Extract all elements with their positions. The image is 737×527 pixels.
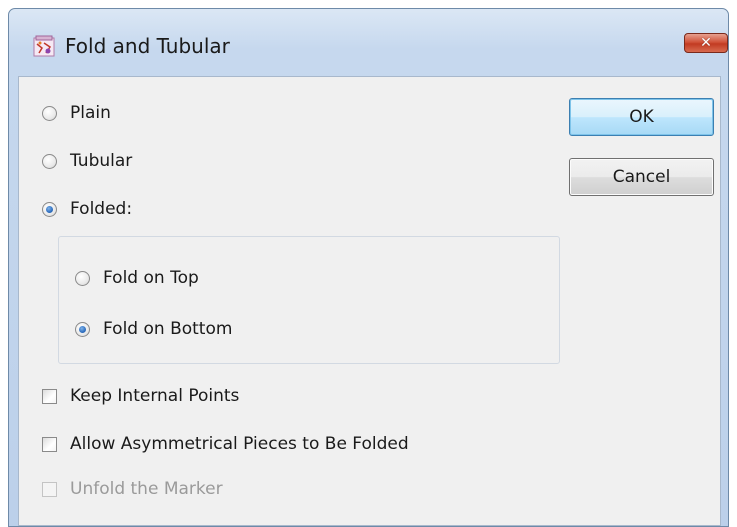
radio-fold-on-top-label: Fold on Top: [103, 268, 199, 288]
radio-folded-label: Folded:: [70, 199, 133, 219]
radio-fold-on-top[interactable]: Fold on Top: [75, 268, 199, 288]
radio-fold-on-top-control[interactable]: [75, 270, 90, 286]
radio-fold-on-bottom-label: Fold on Bottom: [103, 319, 233, 339]
radio-fold-on-bottom[interactable]: Fold on Bottom: [75, 319, 232, 339]
checkbox-allow-asymmetrical[interactable]: Allow Asymmetrical Pieces to Be Folded: [42, 434, 409, 454]
checkbox-allow-asymmetrical-control[interactable]: [42, 436, 57, 452]
window-title: Fold and Tubular: [65, 34, 230, 58]
close-button[interactable]: ✕: [684, 33, 728, 53]
ok-button[interactable]: OK: [569, 98, 714, 136]
fold-options-group: [58, 236, 560, 364]
checkbox-keep-internal-points[interactable]: Keep Internal Points: [42, 386, 239, 406]
app-icon: [33, 35, 55, 57]
checkbox-keep-internal-points-control[interactable]: [42, 388, 57, 404]
cancel-button[interactable]: Cancel: [569, 158, 714, 196]
close-icon: ✕: [700, 35, 712, 51]
radio-fold-on-bottom-control[interactable]: [75, 321, 90, 337]
radio-folded[interactable]: Folded:: [42, 199, 132, 219]
checkbox-keep-internal-points-label: Keep Internal Points: [70, 386, 240, 406]
radio-folded-control[interactable]: [42, 201, 57, 217]
checkbox-unfold-marker-label: Unfold the Marker: [70, 479, 223, 499]
radio-tubular-label: Tubular: [70, 151, 133, 171]
dialog-window: Fold and Tubular ✕ Plain Tubular Folded:…: [8, 8, 729, 527]
title-bar[interactable]: Fold and Tubular ✕: [9, 9, 728, 71]
checkbox-unfold-marker-control: [42, 481, 57, 497]
checkbox-allow-asymmetrical-label: Allow Asymmetrical Pieces to Be Folded: [70, 434, 409, 454]
radio-plain[interactable]: Plain: [42, 103, 111, 123]
radio-tubular-control[interactable]: [42, 153, 57, 169]
radio-plain-control[interactable]: [42, 105, 57, 121]
dialog-body: Plain Tubular Folded: Fold on Top Fold o…: [18, 76, 721, 526]
checkbox-unfold-marker: Unfold the Marker: [42, 479, 223, 499]
radio-plain-label: Plain: [70, 103, 111, 123]
radio-tubular[interactable]: Tubular: [42, 151, 132, 171]
